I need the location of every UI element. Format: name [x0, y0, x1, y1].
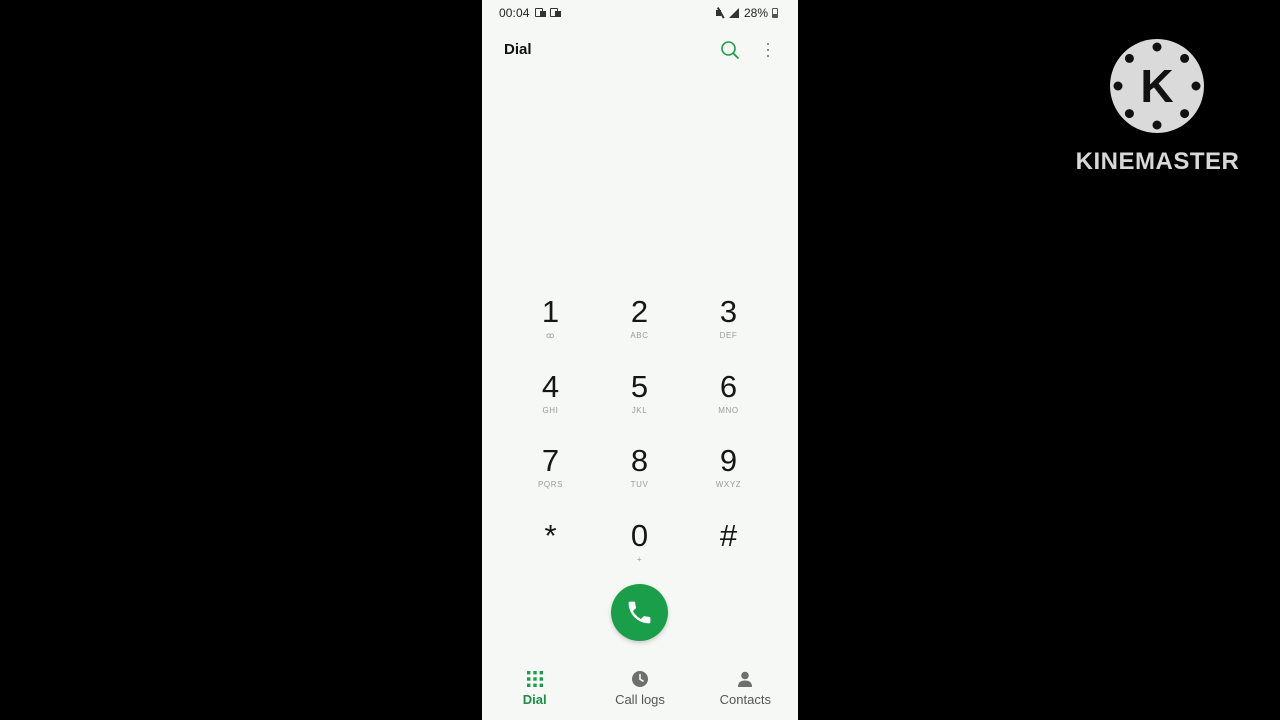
key-letters: WXYZ [715, 480, 742, 489]
key-digit: 9 [719, 443, 738, 478]
key-0[interactable]: 0 + [595, 514, 684, 589]
phone-icon [628, 601, 651, 624]
status-bar: 00:04 28% [482, 0, 798, 26]
mute-icon [715, 8, 725, 18]
call-button[interactable] [611, 584, 668, 641]
key-7[interactable]: 7 PQRS [506, 439, 595, 514]
key-hash[interactable]: # [684, 514, 773, 589]
battery-percent: 28% [743, 6, 768, 20]
key-digit: 4 [541, 368, 560, 404]
battery-icon [772, 8, 778, 18]
clock-icon [631, 671, 648, 687]
screen: 00:04 28% Dial 1 ꝏ 2 ABC 3 DEF 4 GHI 5 J… [0, 0, 1280, 720]
search-icon [721, 41, 739, 59]
key-letters: + [636, 554, 643, 564]
search-button[interactable] [718, 38, 742, 62]
key-star[interactable]: * [506, 514, 595, 589]
key-4[interactable]: 4 GHI [506, 365, 595, 440]
key-letters: MNO [718, 405, 739, 415]
more-options-button[interactable] [760, 39, 776, 61]
svg-text:K: K [1140, 60, 1173, 112]
key-5[interactable]: 5 JKL [595, 365, 684, 440]
tab-contacts[interactable]: Contacts [693, 664, 798, 720]
key-letters: PQRS [537, 480, 564, 489]
status-time: 00:04 [499, 6, 530, 20]
key-digit: * [544, 517, 557, 553]
tab-label: Dial [522, 692, 547, 707]
key-6[interactable]: 6 MNO [684, 365, 773, 440]
tab-call-logs[interactable]: Call logs [587, 664, 692, 720]
key-letters: TUV [630, 480, 649, 489]
key-digit: 5 [630, 368, 649, 404]
signal-icon [728, 8, 739, 18]
key-8[interactable]: 8 TUV [595, 439, 684, 514]
key-3[interactable]: 3 DEF [684, 290, 773, 365]
voicemail-icon: ꝏ [546, 331, 555, 340]
person-icon [738, 671, 753, 687]
key-digit: # [719, 517, 738, 553]
key-letters: GHI [542, 405, 559, 415]
app-bar: Dial [482, 30, 798, 70]
key-digit: 7 [541, 443, 560, 478]
key-digit: 1 [541, 294, 560, 329]
dialpad: 1 ꝏ 2 ABC 3 DEF 4 GHI 5 JKL 6 MNO 7 PQRS… [506, 290, 774, 588]
key-letters: JKL [631, 405, 648, 415]
more-vert-icon [767, 43, 770, 46]
key-digit: 3 [719, 294, 738, 329]
key-1[interactable]: 1 ꝏ [506, 290, 595, 365]
key-letters: DEF [719, 331, 738, 340]
dialpad-icon [526, 671, 543, 687]
key-digit: 0 [630, 517, 649, 553]
page-title: Dial [504, 41, 532, 58]
phone-screen: 00:04 28% Dial 1 ꝏ 2 ABC 3 DEF 4 GHI 5 J… [482, 0, 798, 720]
key-2[interactable]: 2 ABC [595, 290, 684, 365]
key-letters: ABC [630, 331, 649, 340]
key-digit: 6 [719, 368, 738, 404]
tab-dial[interactable]: Dial [482, 664, 587, 720]
notification-icon [550, 7, 561, 17]
key-digit: 8 [630, 443, 649, 478]
notification-icon [535, 7, 546, 17]
notification-icons [535, 7, 561, 17]
tab-label: Call logs [615, 692, 665, 707]
bottom-nav: Dial Call logs Contacts [482, 664, 798, 720]
key-9[interactable]: 9 WXYZ [684, 439, 773, 514]
tab-label: Contacts [719, 692, 771, 707]
status-indicators: 28% [715, 6, 778, 20]
kinemaster-watermark: KINEMASTER [1075, 148, 1240, 175]
kinemaster-logo: K [1110, 39, 1204, 133]
key-digit: 2 [630, 294, 649, 329]
